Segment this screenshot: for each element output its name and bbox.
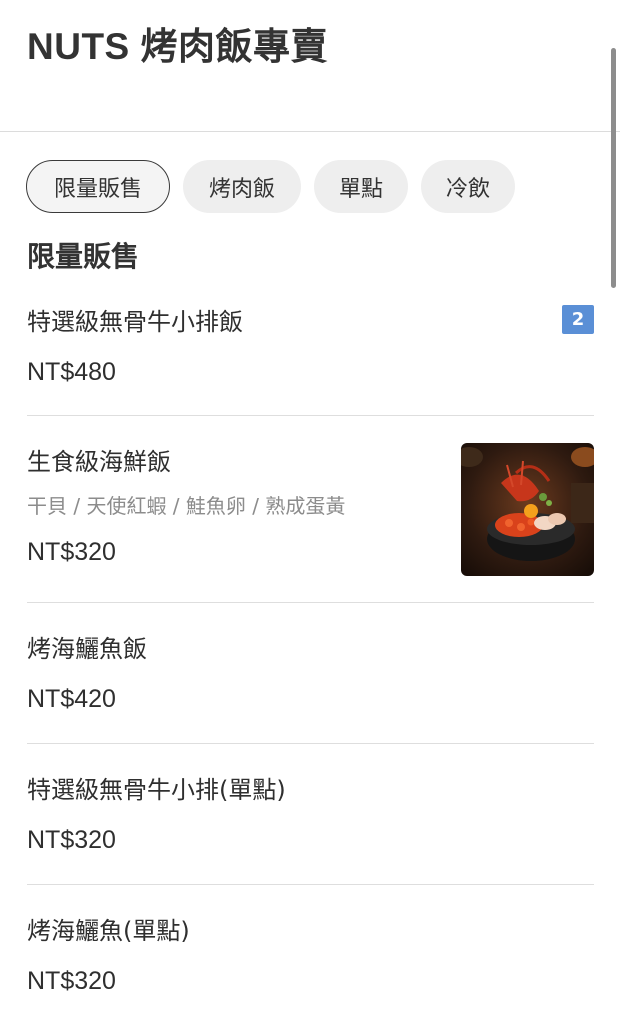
item-price: NT$320 (27, 826, 116, 854)
item-price: NT$320 (27, 967, 116, 995)
menu-item[interactable]: 生食級海鮮飯 干貝 / 天使紅蝦 / 鮭魚卵 / 熟成蛋黃 NT$320 (27, 416, 594, 603)
item-price: NT$420 (27, 685, 116, 713)
menu-item[interactable]: 特選級無骨牛小排(單點) NT$320 (27, 744, 594, 885)
quantity-badge: 2 (562, 305, 594, 334)
item-price: NT$480 (27, 358, 116, 386)
menu-page: NUTS 烤肉飯專賣 限量販售 烤肉飯 單點 冷飲 限量販售 特選級無骨牛小排飯… (0, 0, 620, 1024)
item-name: 特選級無骨牛小排飯 (27, 308, 243, 336)
item-name: 烤海鱺魚飯 (27, 635, 147, 663)
tab-single[interactable]: 單點 (314, 160, 408, 213)
category-tabs: 限量販售 烤肉飯 單點 冷飲 (26, 160, 515, 213)
header: NUTS 烤肉飯專賣 (0, 0, 620, 132)
seafood-rice-bowl-image[interactable] (461, 443, 594, 576)
tab-limited[interactable]: 限量販售 (26, 160, 170, 213)
item-name: 特選級無骨牛小排(單點) (27, 776, 286, 804)
menu-item[interactable]: 烤海鱺魚(單點) NT$320 (27, 885, 594, 1024)
menu-item[interactable]: 特選級無骨牛小排飯 NT$480 2 (27, 290, 594, 416)
store-title: NUTS 烤肉飯專賣 (27, 26, 328, 67)
menu-item[interactable]: 烤海鱺魚飯 NT$420 (27, 603, 594, 744)
section-title: 限量販售 (27, 240, 140, 273)
item-name: 烤海鱺魚(單點) (27, 917, 190, 945)
tab-cold-drinks[interactable]: 冷飲 (421, 160, 515, 213)
tab-bbq-rice[interactable]: 烤肉飯 (183, 160, 301, 213)
menu-list: 特選級無骨牛小排飯 NT$480 2 生食級海鮮飯 干貝 / 天使紅蝦 / 鮭魚… (27, 290, 594, 1024)
scrollbar[interactable] (611, 48, 616, 288)
